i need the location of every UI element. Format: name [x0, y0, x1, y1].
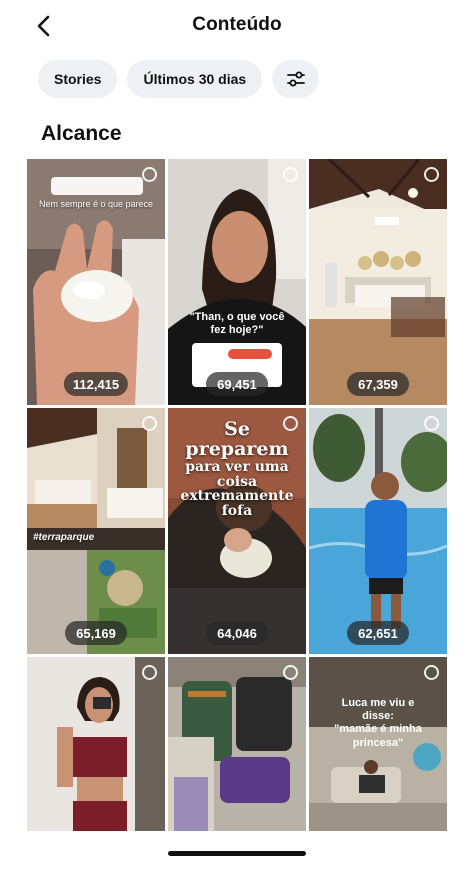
- section-title: Alcance: [41, 122, 122, 145]
- reach-count-badge: 112,415: [63, 372, 129, 396]
- story-tile[interactable]: Nem sempre é o que parece 112,415: [27, 159, 165, 405]
- filter-bar: Stories Últimos 30 dias: [38, 60, 320, 98]
- filter-settings-button[interactable]: [272, 60, 320, 98]
- sliders-icon: [286, 71, 305, 87]
- story-ring-icon: [142, 416, 157, 431]
- story-overlay-text: "Than, o que você fez hoje?": [189, 311, 285, 337]
- story-thumbnail: [27, 657, 165, 831]
- overlay-line: Luca me viu e disse:: [341, 697, 415, 723]
- reach-count-badge: 62,651: [347, 621, 409, 645]
- story-overlay-text: Luca me viu e disse: "mamãe é minha prin…: [327, 697, 429, 750]
- story-ring-icon: [283, 416, 298, 431]
- story-ring-icon: [424, 665, 439, 680]
- filter-chip-period[interactable]: Últimos 30 dias: [127, 60, 263, 98]
- overlay-line: para ver uma coisa: [185, 458, 289, 490]
- story-tile[interactable]: [27, 657, 165, 831]
- story-thumbnail: [309, 408, 447, 654]
- story-tile[interactable]: Luca me viu e disse: "mamãe é minha prin…: [309, 657, 447, 831]
- story-thumbnail: [27, 408, 165, 654]
- story-ring-icon: [283, 665, 298, 680]
- story-ring-icon: [142, 167, 157, 182]
- reach-count-badge: 69,451: [206, 372, 268, 396]
- story-ring-icon: [424, 167, 439, 182]
- story-overlay-text: #terraparque: [33, 532, 95, 543]
- story-tile[interactable]: #terraparque 65,169: [27, 408, 165, 654]
- filter-chip-stories[interactable]: Stories: [38, 60, 118, 98]
- story-tile[interactable]: 62,651: [309, 408, 447, 654]
- story-thumbnail: [27, 159, 165, 405]
- overlay-line: Se preparem: [185, 418, 289, 460]
- story-ring-icon: [424, 416, 439, 431]
- story-tile[interactable]: "Than, o que você fez hoje?" 69,451: [168, 159, 306, 405]
- page-title: Conteúdo: [192, 14, 282, 35]
- overlay-line: extremamente fofa: [180, 488, 294, 519]
- story-ring-icon: [283, 167, 298, 182]
- home-indicator[interactable]: [168, 851, 306, 856]
- story-thumbnail: [168, 159, 306, 405]
- story-thumbnail: [168, 657, 306, 831]
- reach-count-badge: 64,046: [206, 621, 268, 645]
- story-overlay-text: Se preparem para ver uma coisa extremame…: [180, 418, 294, 519]
- story-tile[interactable]: [168, 657, 306, 831]
- story-ring-icon: [142, 665, 157, 680]
- story-tile[interactable]: Se preparem para ver uma coisa extremame…: [168, 408, 306, 654]
- story-grid: Nem sempre é o que parece 112,415 "Than,…: [27, 159, 447, 831]
- reach-count-badge: 67,359: [347, 372, 409, 396]
- overlay-line: "mamãe é minha princesa": [334, 723, 422, 749]
- story-overlay-text: Nem sempre é o que parece: [38, 199, 154, 209]
- story-tile[interactable]: 67,359: [309, 159, 447, 405]
- reach-count-badge: 65,169: [65, 621, 127, 645]
- header: Conteúdo: [0, 0, 474, 50]
- story-thumbnail: [309, 159, 447, 405]
